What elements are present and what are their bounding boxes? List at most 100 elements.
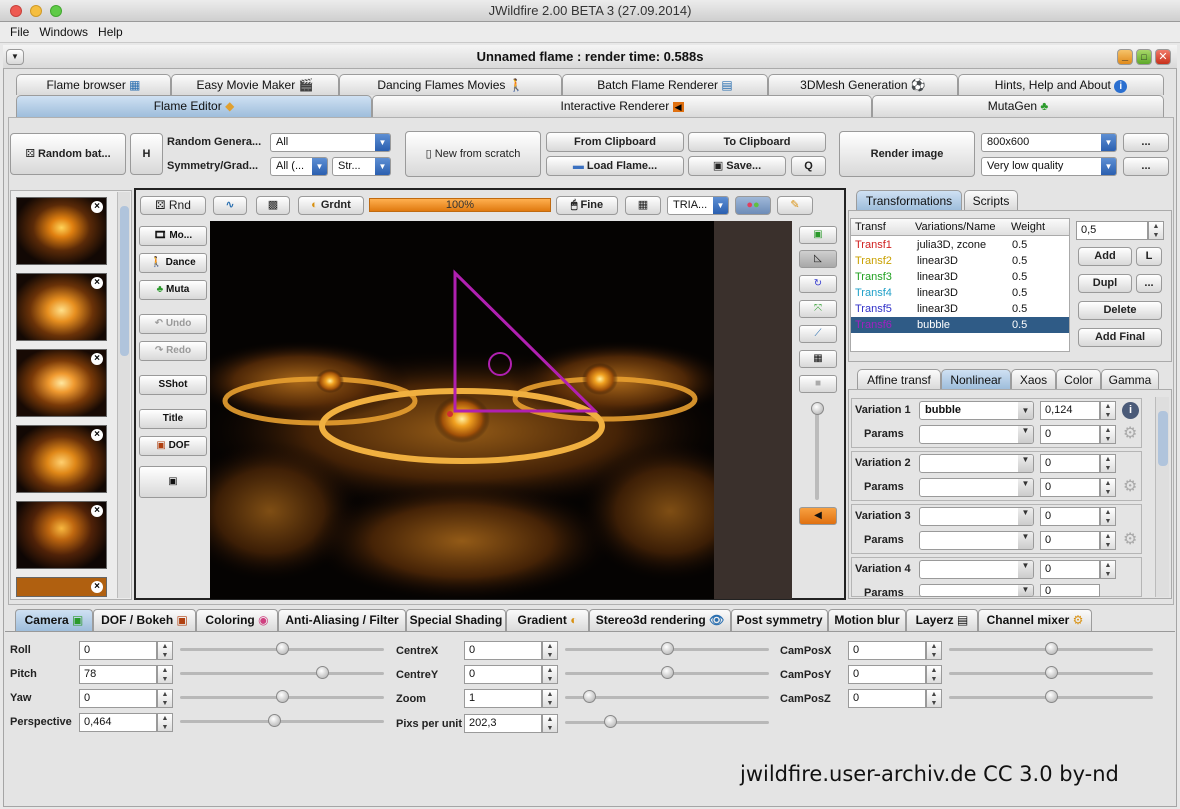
camposx-slider-knob[interactable] [1045,642,1058,655]
pitch-input[interactable]: 78 [79,665,157,684]
param-value-input[interactable]: 0 [1040,584,1100,597]
variation-select[interactable]: ▼ [919,507,1034,526]
yaw-spinner[interactable]: ▲ ▼ [157,689,173,708]
pixs-per-unit-input[interactable]: 202,3 [464,714,542,733]
param-value-input[interactable]: 0 [1040,478,1100,497]
fine-button[interactable]: 🖱 Fine [556,196,618,215]
tab-coloring[interactable]: Coloring ◉ [196,609,278,631]
gradient-select[interactable]: Str... ▼ [332,157,391,176]
thumbnail-scrollbar[interactable] [117,192,130,598]
tab-affine[interactable]: Affine transf [857,369,941,389]
picture-icon[interactable]: ▣ [799,226,837,244]
flame-preview[interactable] [210,221,714,599]
pitch-spinner[interactable]: ▲ ▼ [157,665,173,684]
checker-icon[interactable]: ▩ [256,196,290,215]
tab-color[interactable]: Color [1056,369,1101,389]
variation-select[interactable]: ▼ [919,560,1034,579]
grid-toggle-icon[interactable]: ▦ [625,196,661,215]
dance-button[interactable]: 🚶 Dance [139,253,207,273]
amount-spinner[interactable]: ▲ ▼ [1100,454,1116,473]
pitch-slider[interactable] [180,672,384,675]
scrollbar-thumb[interactable] [1158,411,1168,466]
gear-icon[interactable]: ⚙ [1123,426,1139,442]
frame-maximize-icon[interactable]: □ [1136,49,1152,65]
undo-button[interactable]: ↶ Undo [139,314,207,334]
amount-spinner[interactable]: ▲ ▼ [1100,560,1116,579]
render-icon[interactable]: ◀ [799,507,837,525]
add-final-button[interactable]: Add Final [1078,328,1162,347]
render-image-button[interactable]: Render image [839,131,975,177]
more-button[interactable]: ... [1136,274,1162,293]
param-spinner[interactable]: ▲ ▼ [1100,531,1116,550]
rotate-icon[interactable]: ↻ [799,275,837,293]
symmetry-select[interactable]: All (... ▼ [270,157,328,176]
param-value-input[interactable]: 0 [1040,425,1100,444]
param-value-input[interactable]: 0 [1040,531,1100,550]
flame-thumbnail[interactable]: × [16,349,107,417]
tab-easy-movie-maker[interactable]: Easy Movie Maker 🎬 [171,74,339,95]
pixs-spinner[interactable]: ▲ ▼ [542,714,558,733]
roll-input[interactable]: 0 [79,641,157,660]
tab-hints-help[interactable]: Hints, Help and About i [958,74,1164,95]
new-from-scratch-button[interactable]: ▯ New from scratch [405,131,541,177]
tab-mutagen[interactable]: MutaGen ♣ [872,95,1164,117]
to-clipboard-button[interactable]: To Clipboard [688,132,826,152]
centrey-input[interactable]: 0 [464,665,542,684]
tab-3dmesh[interactable]: 3DMesh Generation ⚽ [768,74,958,95]
variation-select[interactable]: ▼ [919,454,1034,473]
close-icon[interactable]: × [91,277,103,289]
variation-amount-input[interactable]: 0 [1040,560,1100,579]
h-button[interactable]: H [130,133,163,175]
close-icon[interactable]: × [91,353,103,365]
pixs-slider-knob[interactable] [604,715,617,728]
flame-thumbnail[interactable]: × [16,577,107,597]
tab-flame-browser[interactable]: Flame browser ▦ [16,74,171,95]
movie-button[interactable]: 🎞 Mo... [139,226,207,246]
camposx-input[interactable]: 0 [848,641,926,660]
tab-interactive-renderer[interactable]: Interactive Renderer ◀ [372,95,872,117]
table-row[interactable]: Transf3 linear3D 0.5 [851,269,1069,285]
frame-minimize-icon[interactable]: _ [1117,49,1133,65]
tab-layerz[interactable]: Layerz ▤ [906,609,978,631]
quality-more-button[interactable]: ... [1123,157,1169,176]
menu-windows[interactable]: Windows [34,22,93,43]
zoom-input[interactable]: 1 [464,689,542,708]
q-button[interactable]: Q [791,156,826,176]
close-window-button[interactable] [10,5,22,17]
variation-amount-input[interactable]: 0 [1040,454,1100,473]
close-icon[interactable]: × [91,429,103,441]
tab-flame-editor[interactable]: Flame Editor ◆ [16,95,372,117]
square-icon[interactable]: ■ [799,375,837,393]
minimize-window-button[interactable] [30,5,42,17]
params-select[interactable]: ▼ [919,584,1034,597]
camposz-input[interactable]: 0 [848,689,926,708]
zoom-spinner[interactable]: ▲ ▼ [542,689,558,708]
frame-close-icon[interactable]: ✕ [1155,49,1171,65]
table-row[interactable]: Transf1 julia3D, zcone 0.5 [851,237,1069,253]
camposz-spinner[interactable]: ▲ ▼ [926,689,942,708]
gear-icon[interactable]: ⚙ [1123,532,1139,548]
random-batch-button[interactable]: ⚄ Random bat... [10,133,126,175]
perspective-spinner[interactable]: ▲ ▼ [157,713,173,732]
zoom-window-button[interactable] [50,5,62,17]
centrex-slider-knob[interactable] [661,642,674,655]
table-row[interactable]: Transf4 linear3D 0.5 [851,285,1069,301]
curve-icon[interactable]: ∿ [213,196,247,215]
variation-amount-input[interactable]: 0,124 [1040,401,1100,420]
close-icon[interactable]: × [91,581,103,593]
weight-spinner[interactable]: ▲ ▼ [1148,221,1164,240]
tab-scripts[interactable]: Scripts [964,190,1018,210]
rnd-button[interactable]: ⚄ Rnd [140,196,206,215]
flame-thumbnail[interactable]: × [16,197,107,265]
pitch-slider-knob[interactable] [316,666,329,679]
tab-gradient[interactable]: Gradient ◐ [506,609,589,631]
screenshot-button[interactable]: SShot [139,375,207,395]
params-select[interactable]: ▼ [919,478,1034,497]
menu-file[interactable]: File [5,22,34,43]
flame-thumbnail[interactable]: × [16,425,107,493]
gradient-button[interactable]: ◐ Grdnt [298,196,364,215]
camposx-spinner[interactable]: ▲ ▼ [926,641,942,660]
camposy-slider-knob[interactable] [1045,666,1058,679]
quality-select[interactable]: Very low quality ▼ [981,157,1117,176]
shear-icon[interactable]: ⟋ [799,325,837,343]
